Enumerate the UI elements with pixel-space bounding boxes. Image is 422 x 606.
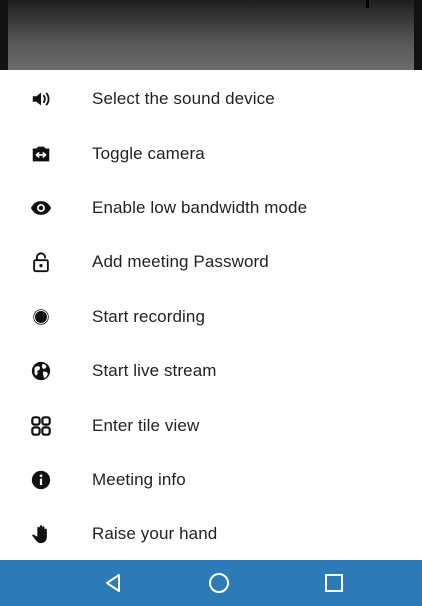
recents-button[interactable] [304,560,364,606]
home-button[interactable] [189,560,249,606]
strip-right-edge [414,0,422,70]
info-icon [29,468,53,492]
menu-item-label: Start live stream [92,361,217,381]
menu-item-tile-view[interactable]: Enter tile view [0,398,422,452]
back-button[interactable] [83,560,143,606]
home-icon [209,573,229,593]
strip-left-edge [0,0,8,70]
strip-marker [366,0,369,8]
switch-camera-icon [29,142,53,166]
hand-icon [29,522,53,546]
tile-view-icon [29,414,53,438]
globe-icon [29,359,53,383]
record-icon [29,305,53,329]
menu-item-label: Toggle camera [92,143,205,163]
menu-item-sound-device[interactable]: Select the sound device [0,72,422,126]
menu-item-start-recording[interactable]: Start recording [0,290,422,344]
menu-item-meeting-info[interactable]: Meeting info [0,453,422,507]
volume-icon [29,87,53,111]
menu-item-low-bandwidth[interactable]: Enable low bandwidth mode [0,181,422,235]
lock-open-icon [29,250,53,274]
menu-item-label: Enter tile view [92,415,200,435]
navigation-bar [0,560,422,606]
overflow-menu: Select the sound device Toggle camera En… [0,72,422,562]
menu-item-label: Enable low bandwidth mode [92,197,308,217]
menu-item-live-stream[interactable]: Start live stream [0,344,422,398]
menu-item-raise-hand[interactable]: Raise your hand [0,507,422,561]
menu-item-meeting-password[interactable]: Add meeting Password [0,235,422,289]
menu-item-toggle-camera[interactable]: Toggle camera [0,126,422,180]
recents-icon [325,574,343,592]
eye-icon [29,196,53,220]
menu-item-label: Raise your hand [92,524,218,544]
video-background-strip [0,0,422,70]
menu-item-label: Add meeting Password [92,252,269,272]
menu-item-label: Select the sound device [92,89,275,109]
menu-item-label: Meeting info [92,469,186,489]
back-icon [106,574,120,592]
menu-item-label: Start recording [92,306,205,326]
